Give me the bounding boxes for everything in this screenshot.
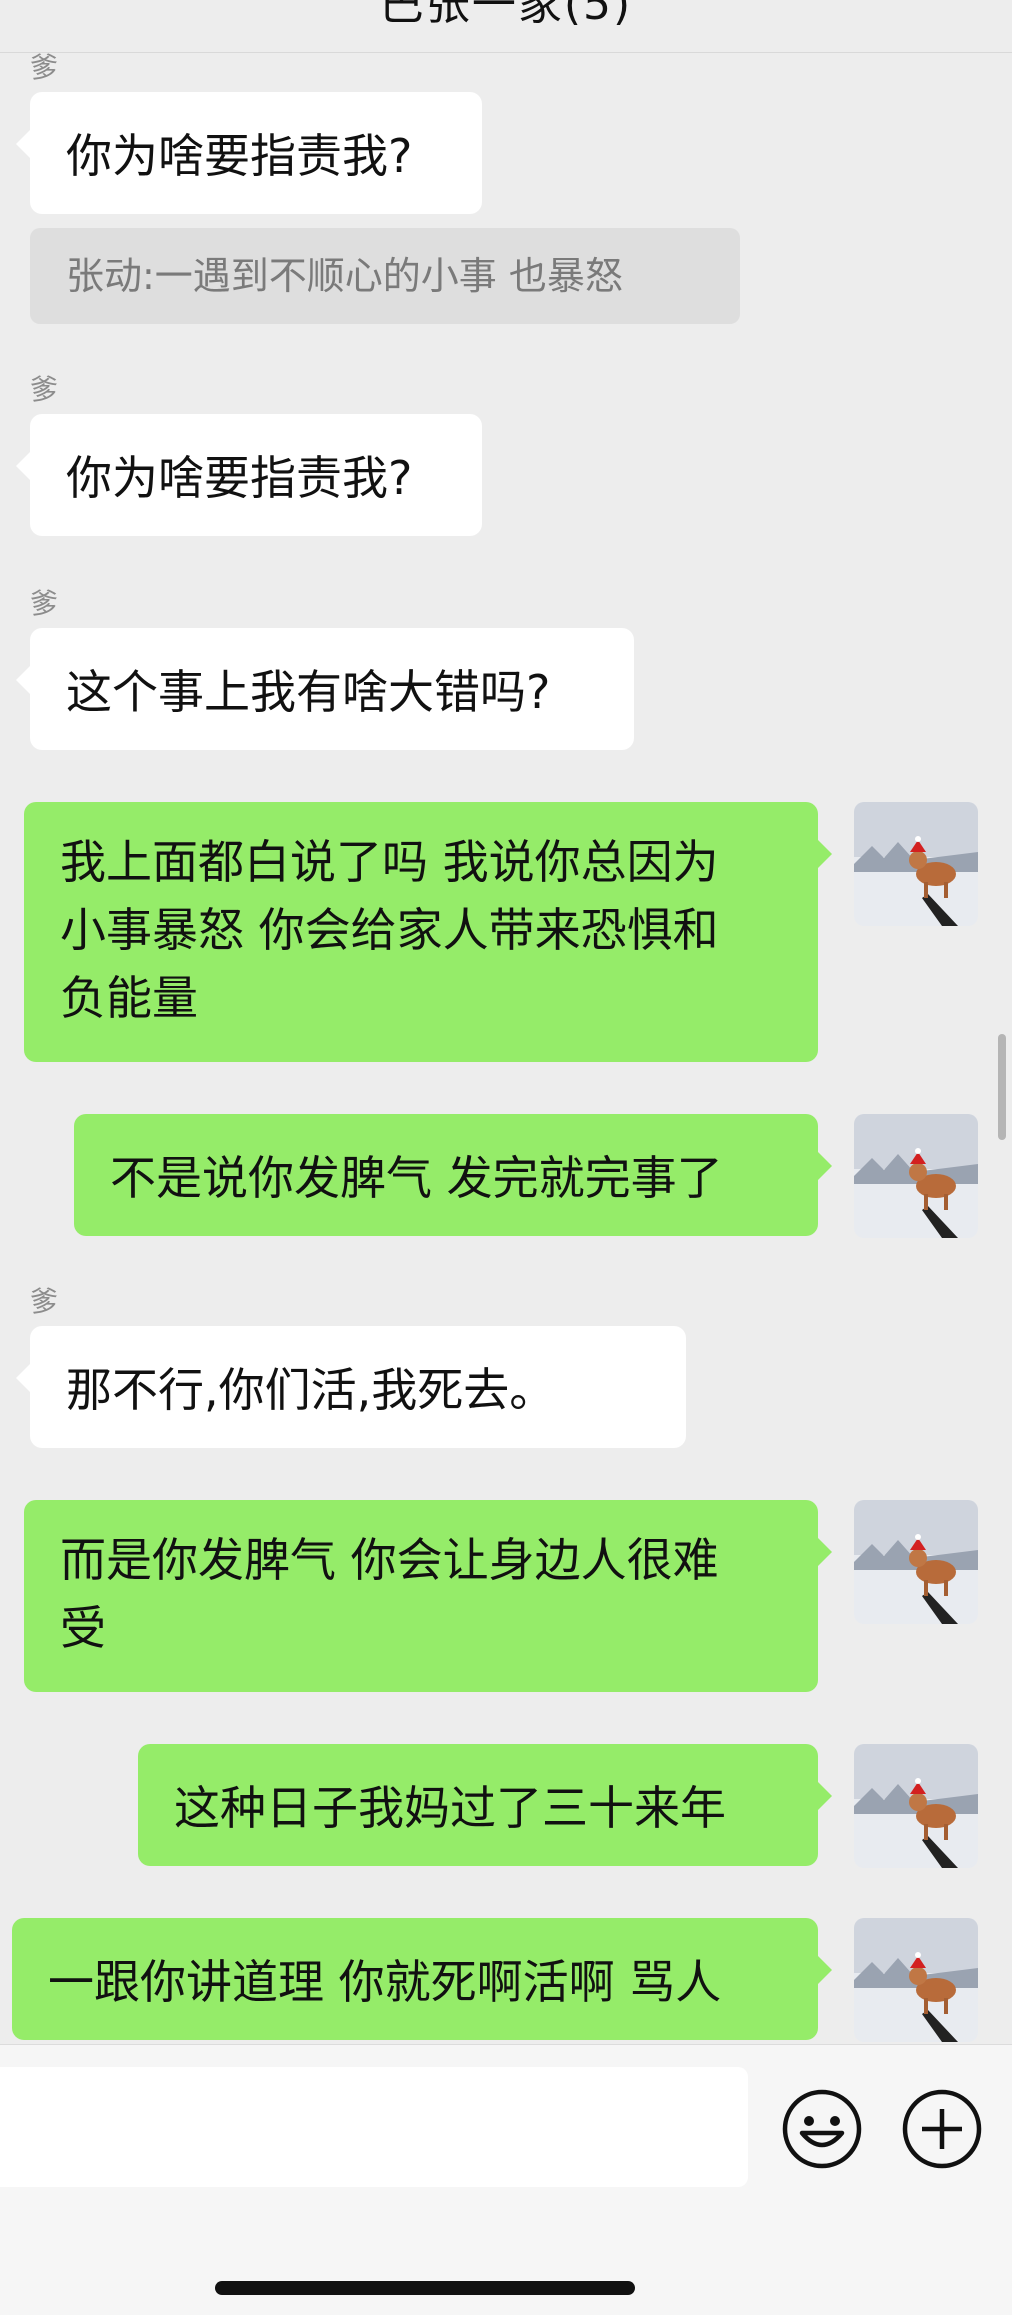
quoted-message[interactable]: 张动:一遇到不顺心的小事 也暴怒 xyxy=(30,228,740,324)
home-indicator xyxy=(215,2281,635,2295)
outgoing-message-bubble[interactable]: 我上面都白说了吗 我说你总因为 小事暴怒 你会给家人带来恐惧和 负能量 xyxy=(24,802,832,1062)
outgoing-message-bubble[interactable]: 而是你发脾气 你会让身边人很难 受 xyxy=(24,1500,832,1692)
plus-circle-icon[interactable] xyxy=(900,2087,984,2171)
sender-name: 爹 xyxy=(30,587,59,620)
incoming-message-bubble[interactable]: 你为啥要指责我? xyxy=(16,414,482,536)
input-bar xyxy=(0,2044,1012,2315)
sender-name: 爹 xyxy=(30,1285,59,1318)
message-list[interactable]: 爹 你为啥要指责我? 张动:一遇到不顺心的小事 也暴怒 爹 你为啥要指责我? 爹… xyxy=(0,0,1012,2044)
outgoing-message-bubble[interactable]: 这种日子我妈过了三十来年 xyxy=(138,1744,832,1866)
incoming-message-bubble[interactable]: 你为啥要指责我? xyxy=(16,92,482,214)
avatar-dog-in-snow-icon[interactable] xyxy=(854,802,978,926)
avatar-dog-in-snow-icon[interactable] xyxy=(854,1918,978,2042)
sender-name: 爹 xyxy=(30,373,59,406)
incoming-message-bubble[interactable]: 那不行,你们活,我死去。 xyxy=(16,1326,686,1448)
avatar-dog-in-snow-icon[interactable] xyxy=(854,1500,978,1624)
scrollbar[interactable] xyxy=(998,1034,1006,1140)
emoji-smile-icon[interactable] xyxy=(780,2087,864,2171)
incoming-message-bubble[interactable]: 这个事上我有啥大错吗? xyxy=(16,628,634,750)
avatar-dog-in-snow-icon[interactable] xyxy=(854,1114,978,1238)
outgoing-message-bubble[interactable]: 一跟你讲道理 你就死啊活啊 骂人 xyxy=(12,1918,832,2040)
message-input[interactable] xyxy=(0,2067,748,2187)
outgoing-message-bubble[interactable]: 不是说你发脾气 发完就完事了 xyxy=(74,1114,832,1236)
sender-name: 爹 xyxy=(30,51,59,84)
avatar-dog-in-snow-icon[interactable] xyxy=(854,1744,978,1868)
